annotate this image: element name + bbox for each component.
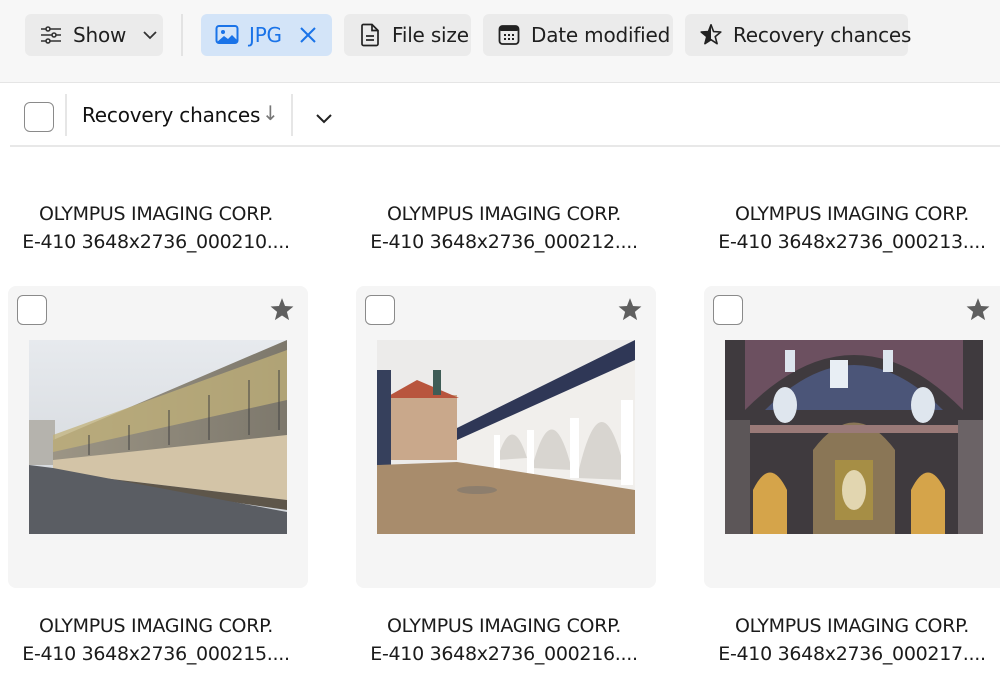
file-camera: OLYMPUS IMAGING CORP. (386, 615, 622, 637)
chevron-down-icon (138, 23, 162, 47)
toolbar-divider (181, 14, 183, 56)
filter-toolbar: Show JPG File size Date modified Recover… (0, 0, 1000, 83)
show-button[interactable]: Show (25, 14, 163, 56)
sort-divider (65, 94, 67, 136)
sort-dropdown-button[interactable] (310, 104, 338, 132)
file-thumbnail[interactable] (29, 340, 287, 534)
sort-field-label[interactable]: Recovery chances (82, 103, 260, 127)
file-camera: OLYMPUS IMAGING CORP. (734, 203, 970, 225)
file-camera: OLYMPUS IMAGING CORP. (38, 615, 274, 637)
star-icon[interactable] (964, 296, 992, 324)
file-name: E-410 3648x2736_000217.... (718, 643, 986, 665)
close-icon[interactable] (296, 23, 320, 47)
calendar-icon (497, 23, 521, 47)
file-name: E-410 3648x2736_000212.... (370, 231, 638, 253)
file-name: E-410 3648x2736_000215.... (22, 643, 290, 665)
chevron-down-icon (310, 114, 338, 136)
file-caption: OLYMPUS IMAGING CORP. E-410 3648x2736_00… (354, 612, 654, 668)
half-star-icon (699, 23, 723, 47)
filter-chip-date-modified[interactable]: Date modified (483, 14, 673, 56)
file-card[interactable] (8, 286, 308, 588)
file-camera: OLYMPUS IMAGING CORP. (38, 203, 274, 225)
file-camera: OLYMPUS IMAGING CORP. (734, 615, 970, 637)
filter-chip-label: Recovery chances (733, 23, 912, 47)
file-caption: OLYMPUS IMAGING CORP. E-410 3648x2736_00… (6, 200, 306, 256)
sort-bar: Recovery chances ↓ (10, 84, 1000, 147)
star-icon[interactable] (268, 296, 296, 324)
image-icon (215, 23, 239, 47)
document-icon (358, 23, 382, 47)
file-caption: OLYMPUS IMAGING CORP. E-410 3648x2736_00… (6, 612, 306, 668)
filter-chip-file-size[interactable]: File size (344, 14, 471, 56)
select-all-checkbox[interactable] (24, 102, 54, 132)
filter-chip-label: JPG (249, 23, 282, 47)
star-icon[interactable] (616, 296, 644, 324)
sliders-icon (39, 23, 63, 47)
file-name: E-410 3648x2736_000213.... (718, 231, 986, 253)
file-thumbnail[interactable] (725, 340, 983, 534)
file-card[interactable] (704, 286, 1000, 588)
file-checkbox[interactable] (365, 295, 395, 325)
filter-chip-jpg[interactable]: JPG (201, 14, 332, 56)
file-card[interactable] (356, 286, 656, 588)
filter-chip-label: File size (392, 23, 469, 47)
file-caption: OLYMPUS IMAGING CORP. E-410 3648x2736_00… (702, 200, 1000, 256)
sort-direction-icon[interactable]: ↓ (262, 101, 279, 125)
file-camera: OLYMPUS IMAGING CORP. (386, 203, 622, 225)
file-caption: OLYMPUS IMAGING CORP. E-410 3648x2736_00… (354, 200, 654, 256)
file-thumbnail[interactable] (377, 340, 635, 534)
file-checkbox[interactable] (17, 295, 47, 325)
filter-chip-recovery-chances[interactable]: Recovery chances (685, 14, 912, 56)
file-name: E-410 3648x2736_000216.... (370, 643, 638, 665)
file-caption: OLYMPUS IMAGING CORP. E-410 3648x2736_00… (702, 612, 1000, 668)
file-name: E-410 3648x2736_000210.... (22, 231, 290, 253)
show-label: Show (73, 23, 127, 47)
sort-divider (291, 94, 293, 136)
file-checkbox[interactable] (713, 295, 743, 325)
filter-chip-label: Date modified (531, 23, 671, 47)
